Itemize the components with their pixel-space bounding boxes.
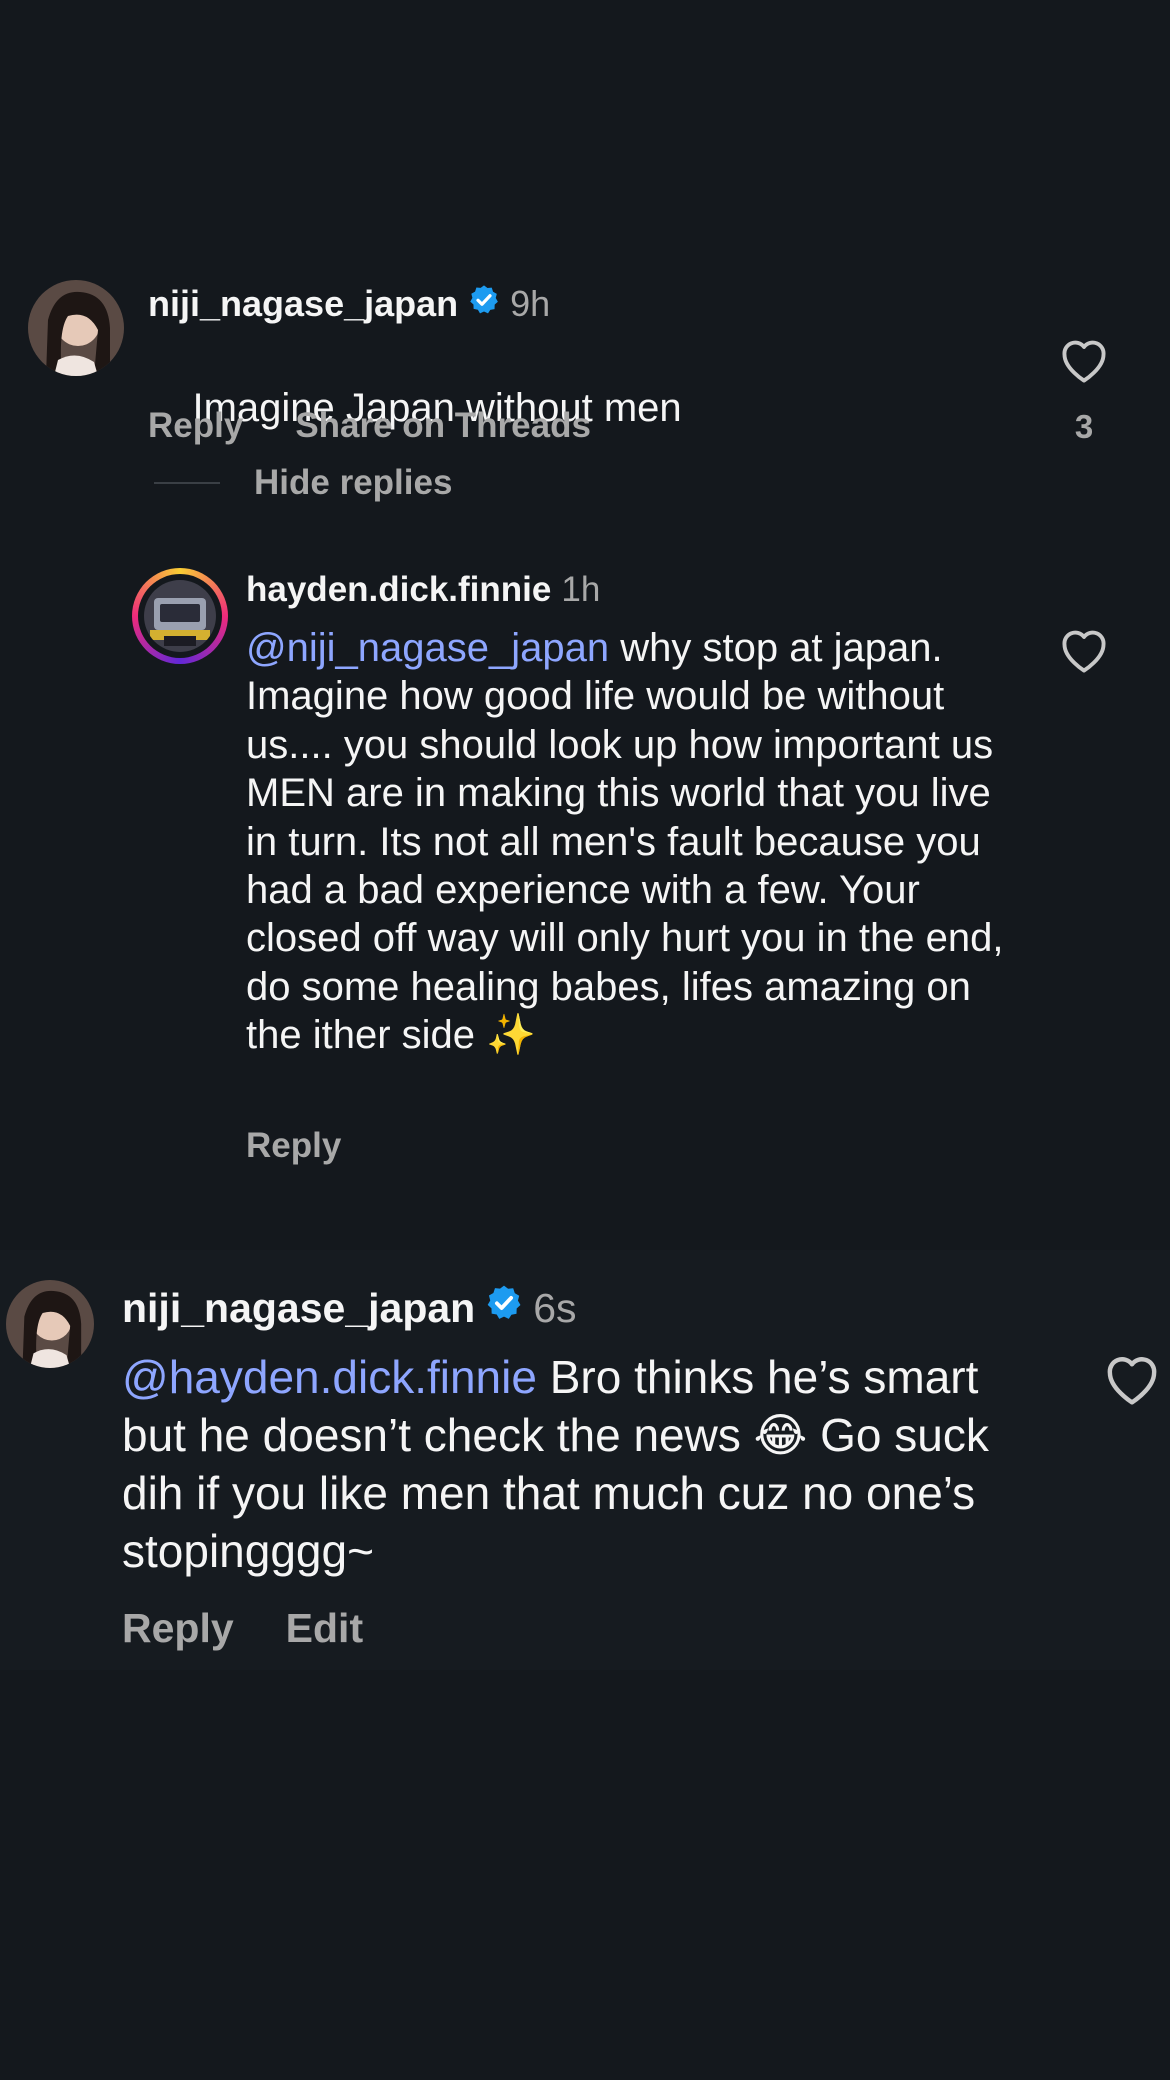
share-on-threads-button[interactable]: Share on Threads <box>295 406 591 446</box>
timestamp: 9h <box>510 283 551 324</box>
heart-outline-icon[interactable] <box>1058 336 1110 389</box>
heart-outline-icon[interactable] <box>1058 626 1110 679</box>
comment-header: niji_nagase_japan 9h <box>148 282 550 326</box>
verified-badge-icon <box>468 283 500 325</box>
hide-replies-toggle[interactable]: Hide replies <box>154 460 452 506</box>
avatar[interactable] <box>6 1280 94 1368</box>
timestamp: 1h <box>561 570 601 609</box>
timestamp: 6s <box>533 1284 577 1331</box>
edit-button[interactable]: Edit <box>286 1605 363 1652</box>
mention-link[interactable]: @hayden.dick.finnie <box>122 1351 537 1403</box>
comment-actions: Reply Share on Threads <box>148 404 591 448</box>
comment-text: @hayden.dick.finnie Bro thinks he’s smar… <box>122 1348 1022 1580</box>
like-count[interactable]: 3 <box>1058 408 1110 446</box>
reply-button[interactable]: Reply <box>246 1126 341 1166</box>
comment-actions: Reply Edit <box>122 1602 363 1654</box>
comment-actions: Reply <box>246 1124 341 1168</box>
new-comment: niji_nagase_japan 6s @hayden.dick.finnie… <box>0 1250 1170 1670</box>
mention-link[interactable]: @niji_nagase_japan <box>246 626 609 670</box>
username[interactable]: niji_nagase_japan <box>148 283 458 325</box>
avatar-story-ring[interactable] <box>132 568 228 664</box>
username[interactable]: hayden.dick.finnie <box>246 570 551 610</box>
comment-header: hayden.dick.finnie 1h <box>246 568 600 612</box>
reply-comment: hayden.dick.finnie 1h @niji_nagase_japan… <box>0 520 1170 1240</box>
comment-text: @niji_nagase_japan why stop at japan. Im… <box>246 624 1026 1060</box>
heart-outline-icon[interactable] <box>1102 1352 1162 1411</box>
reply-button[interactable]: Reply <box>122 1605 234 1652</box>
avatar <box>144 580 216 652</box>
comment-body: why stop at japan. Imagine how good life… <box>246 626 1015 1058</box>
hide-replies-label: Hide replies <box>254 463 453 502</box>
avatar[interactable] <box>28 280 124 376</box>
verified-badge-icon <box>485 1284 523 1332</box>
comment-header: niji_nagase_japan 6s <box>122 1282 577 1334</box>
reply-button[interactable]: Reply <box>148 406 243 446</box>
thread-line <box>154 482 220 484</box>
username[interactable]: niji_nagase_japan <box>122 1285 475 1332</box>
comment-1: niji_nagase_japan 9h Imagine Japan witho… <box>0 0 1170 520</box>
